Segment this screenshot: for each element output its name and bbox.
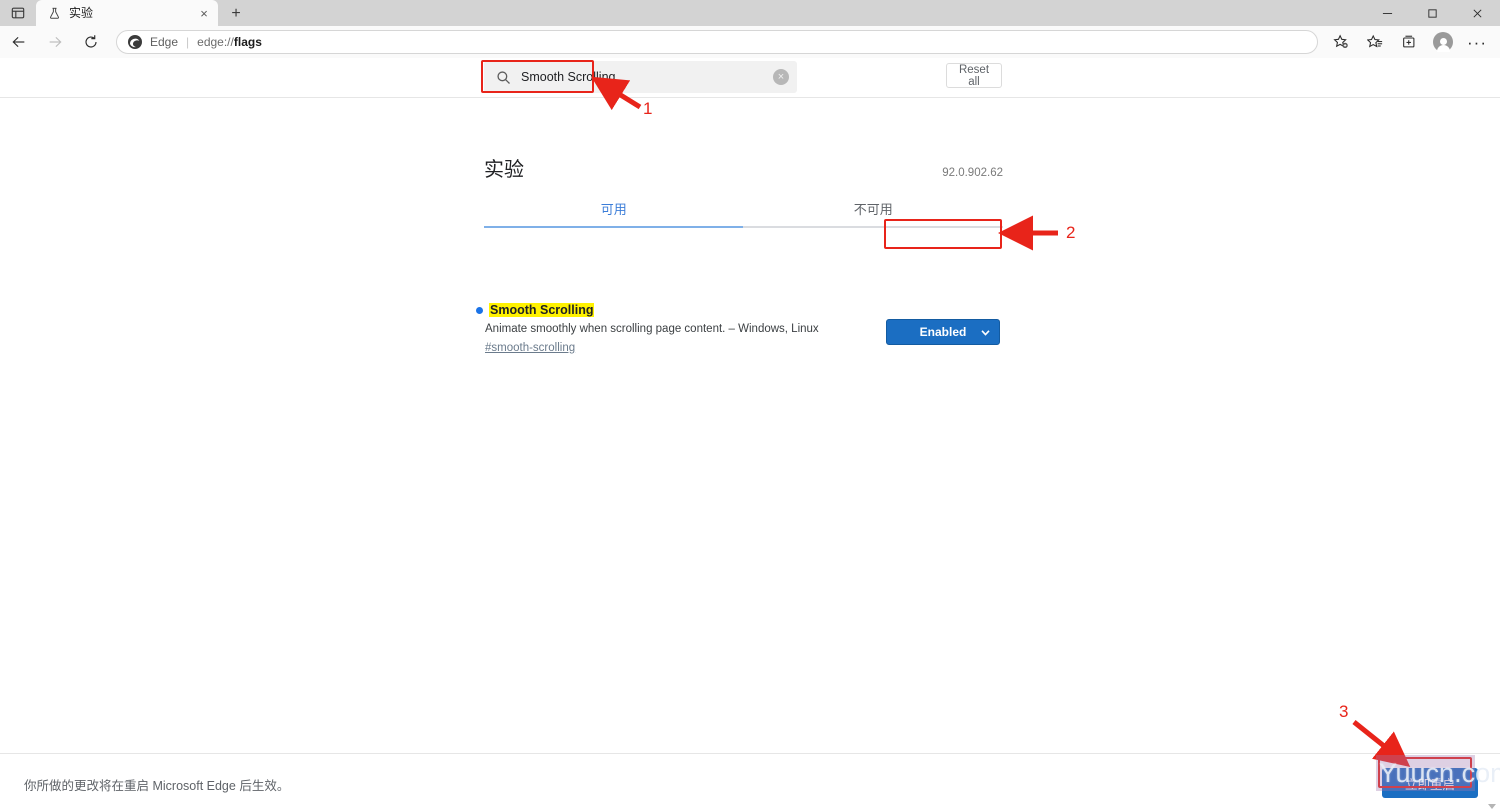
tab-strip: 实验 × + <box>0 0 1500 26</box>
omnibox-separator: | <box>186 35 190 49</box>
profile-avatar[interactable] <box>1426 27 1460 57</box>
tab-active-indicator <box>484 226 743 228</box>
avatar <box>1433 32 1453 52</box>
flag-select[interactable]: Enabled <box>886 319 1000 345</box>
tab-unavailable[interactable]: 不可用 <box>744 196 1004 226</box>
restart-note: 你所做的更改将在重启 Microsoft Edge 后生效。 <box>24 779 290 793</box>
reset-all-button[interactable]: Reset all <box>946 63 1002 88</box>
navigation-toolbar: Edge | edge://flags ··· <box>0 26 1500 58</box>
omnibox-brand: Edge <box>150 35 179 49</box>
new-tab-button[interactable]: + <box>222 2 250 26</box>
flag-name: Smooth Scrolling <box>489 303 595 317</box>
restart-bar: 你所做的更改将在重启 Microsoft Edge 后生效。 立即重启 <box>0 753 1500 811</box>
close-icon[interactable] <box>1455 0 1500 26</box>
chevron-down-icon <box>980 327 990 337</box>
search-icon <box>496 70 511 85</box>
page-title: 实验 <box>484 159 524 181</box>
flag-select-value: Enabled <box>919 325 967 339</box>
page-title-row: 实验 92.0.902.62 <box>484 153 1003 182</box>
flag-status-dot-icon <box>476 306 483 314</box>
tab-search-icon[interactable] <box>0 0 36 26</box>
minimize-icon[interactable] <box>1365 0 1410 26</box>
scroll-down-arrow-icon[interactable] <box>1488 804 1496 809</box>
favorites-icon[interactable] <box>1358 27 1392 57</box>
maximize-icon[interactable] <box>1410 0 1455 26</box>
omnibox-url-prefix: edge:// <box>197 35 234 49</box>
omnibox-url-path: flags <box>233 35 262 49</box>
search-box[interactable]: × <box>484 61 797 93</box>
tabs-underline <box>484 226 1003 228</box>
flags-tabs: 可用 不可用 <box>484 196 1003 226</box>
add-favorite-icon[interactable] <box>1324 27 1358 57</box>
refresh-icon[interactable] <box>74 27 108 57</box>
flags-search-header: × Reset all <box>0 58 1500 98</box>
flag-select-wrapper: Enabled <box>886 319 1000 345</box>
forward-icon[interactable] <box>38 27 72 57</box>
search-clear-icon[interactable]: × <box>773 69 789 85</box>
toolbar-right-icons: ··· <box>1324 27 1500 57</box>
back-icon[interactable] <box>2 27 36 57</box>
tab-title: 实验 <box>69 6 94 20</box>
restart-button[interactable]: 立即重启 <box>1382 768 1478 798</box>
flags-page: × Reset all 实验 92.0.902.62 可用 不可用 Smooth… <box>0 58 1500 811</box>
search-input[interactable] <box>521 70 721 84</box>
tab-available[interactable]: 可用 <box>484 196 744 226</box>
address-bar[interactable]: Edge | edge://flags <box>116 30 1318 54</box>
browser-tab[interactable]: 实验 × <box>36 0 218 26</box>
window-controls <box>1365 0 1500 26</box>
collections-icon[interactable] <box>1392 27 1426 57</box>
omnibox-url: edge://flags <box>197 35 262 49</box>
edge-logo-icon <box>127 34 143 50</box>
version-label: 92.0.902.62 <box>942 167 1003 179</box>
tab-close-icon[interactable]: × <box>196 5 212 21</box>
flag-anchor-link[interactable]: #smooth-scrolling <box>485 342 575 354</box>
browser-window: 实验 × + Edge | edge://flags ··· Smooth Sc… <box>0 0 1500 811</box>
flask-icon <box>46 5 62 21</box>
flag-name-row: Smooth Scrolling <box>476 303 1006 317</box>
settings-more-icon[interactable]: ··· <box>1460 27 1494 57</box>
more-glyph: ··· <box>1467 32 1487 52</box>
